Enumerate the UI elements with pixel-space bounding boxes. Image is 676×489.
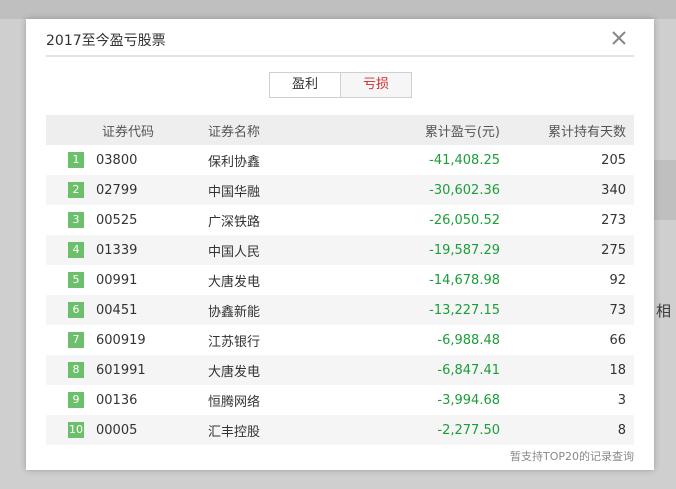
background-header-strip <box>0 0 676 19</box>
background-text-fragment: 相 <box>656 302 672 320</box>
rank-badge: 1 <box>68 152 84 168</box>
rank-badge: 5 <box>68 272 84 288</box>
dialog-title: 2017至今盈亏股票 <box>46 33 166 49</box>
profit-loss-value: -2,277.50 <box>437 422 500 438</box>
stock-name: 广深铁路 <box>208 214 261 230</box>
table-row[interactable]: 3 00525 广深铁路 -26,050.52 273 <box>46 205 634 235</box>
header-holding-days: 累计持有天数 <box>547 124 626 140</box>
close-button[interactable] <box>608 27 630 49</box>
holding-days: 273 <box>601 212 626 228</box>
top20-footnote: 暂支持TOP20的记录查询 <box>509 450 634 463</box>
holding-days: 205 <box>601 152 626 168</box>
holding-days: 275 <box>601 242 626 258</box>
rank-badge: 10 <box>68 422 84 438</box>
holding-days: 92 <box>609 272 626 288</box>
rank-badge: 8 <box>68 362 84 378</box>
stock-code: 600919 <box>96 332 146 348</box>
holding-days: 73 <box>609 302 626 318</box>
holding-days: 18 <box>609 362 626 378</box>
close-icon <box>612 31 626 45</box>
holding-days: 8 <box>617 422 626 438</box>
profit-loss-value: -26,050.52 <box>429 212 500 228</box>
table-row[interactable]: 4 01339 中国人民 -19,587.29 275 <box>46 235 634 265</box>
stock-code: 00525 <box>96 212 138 228</box>
profit-loss-value: -41,408.25 <box>429 152 500 168</box>
table-row[interactable]: 10 00005 汇丰控股 -2,277.50 8 <box>46 415 634 445</box>
table-row[interactable]: 2 02799 中国华融 -30,602.36 340 <box>46 175 634 205</box>
profit-loss-tabs: 盈利 亏损 <box>269 72 412 98</box>
stock-code: 601991 <box>96 362 146 378</box>
stock-name: 大唐发电 <box>208 274 261 290</box>
rank-badge: 7 <box>68 332 84 348</box>
table-row[interactable]: 1 03800 保利协鑫 -41,408.25 205 <box>46 145 634 175</box>
header-name: 证券名称 <box>208 124 261 140</box>
table-row[interactable]: 9 00136 恒腾网络 -3,994.68 3 <box>46 385 634 415</box>
stock-name: 恒腾网络 <box>208 394 261 410</box>
profit-loss-value: -19,587.29 <box>429 242 500 258</box>
rank-badge: 6 <box>68 302 84 318</box>
title-divider <box>46 55 634 57</box>
table-row[interactable]: 7 600919 江苏银行 -6,988.48 66 <box>46 325 634 355</box>
loss-stocks-table: 证券代码 证券名称 累计盈亏(元) 累计持有天数 1 03800 保利协鑫 -41… <box>46 115 634 445</box>
profit-loss-value: -3,994.68 <box>437 392 500 408</box>
tab-loss[interactable]: 亏损 <box>340 73 411 97</box>
table-row[interactable]: 8 601991 大唐发电 -6,847.41 18 <box>46 355 634 385</box>
profit-loss-value: -14,678.98 <box>429 272 500 288</box>
rank-badge: 2 <box>68 182 84 198</box>
stock-code: 00136 <box>96 392 138 408</box>
stock-code: 01339 <box>96 242 138 258</box>
table-row[interactable]: 5 00991 大唐发电 -14,678.98 92 <box>46 265 634 295</box>
holding-days: 3 <box>617 392 626 408</box>
stock-name: 江苏银行 <box>208 334 261 350</box>
stock-code: 02799 <box>96 182 138 198</box>
table-header: 证券代码 证券名称 累计盈亏(元) 累计持有天数 <box>46 115 634 145</box>
rank-badge: 4 <box>68 242 84 258</box>
stock-name: 中国华融 <box>208 184 261 200</box>
stock-name: 中国人民 <box>208 244 261 260</box>
stock-name: 保利协鑫 <box>208 154 261 170</box>
holding-days: 66 <box>609 332 626 348</box>
tab-profit[interactable]: 盈利 <box>270 73 340 97</box>
profit-loss-value: -30,602.36 <box>429 182 500 198</box>
stock-name: 协鑫新能 <box>208 304 261 320</box>
table-row[interactable]: 6 00451 协鑫新能 -13,227.15 73 <box>46 295 634 325</box>
header-code: 证券代码 <box>102 124 155 140</box>
stock-code: 00005 <box>96 422 138 438</box>
profit-loss-value: -6,988.48 <box>437 332 500 348</box>
profit-loss-value: -6,847.41 <box>437 362 500 378</box>
background-side-block <box>654 160 676 220</box>
stock-code: 03800 <box>96 152 138 168</box>
holding-days: 340 <box>601 182 626 198</box>
rank-badge: 9 <box>68 392 84 408</box>
rank-badge: 3 <box>68 212 84 228</box>
stock-name: 汇丰控股 <box>208 424 261 440</box>
stock-name: 大唐发电 <box>208 364 261 380</box>
header-profit-loss: 累计盈亏(元) <box>424 124 500 140</box>
stock-code: 00991 <box>96 272 138 288</box>
loss-stocks-dialog: 2017至今盈亏股票 盈利 亏损 证券代码 证券名称 累计盈亏(元) 累计持有天… <box>26 19 654 470</box>
profit-loss-value: -13,227.15 <box>429 302 500 318</box>
stock-code: 00451 <box>96 302 138 318</box>
